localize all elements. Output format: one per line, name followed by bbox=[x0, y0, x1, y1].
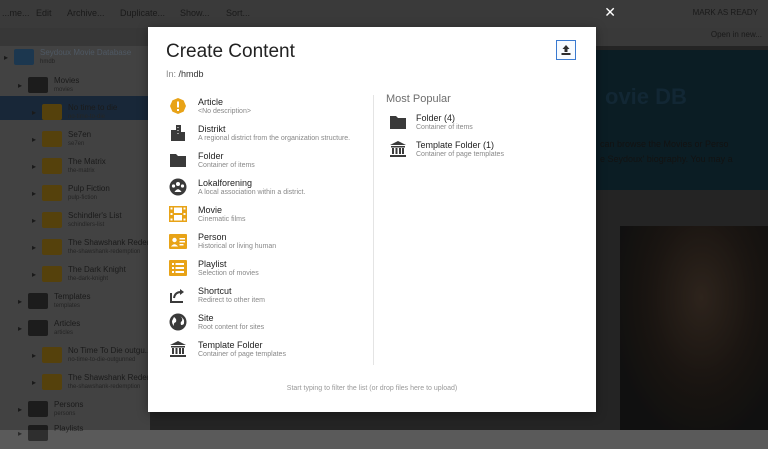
content-type-article[interactable]: Article <No description> bbox=[168, 97, 368, 124]
item-desc: Root content for sites bbox=[198, 324, 265, 331]
warning-icon bbox=[168, 97, 188, 115]
template-folder-icon bbox=[168, 340, 188, 358]
popular-folder[interactable]: Folder (4) Container of items bbox=[388, 113, 568, 140]
item-desc: Selection of movies bbox=[198, 270, 259, 277]
create-content-dialog: Create Content In: /hmdb Article <No des… bbox=[148, 27, 596, 412]
template-folder-icon bbox=[388, 140, 408, 158]
item-name: Folder (4) bbox=[416, 113, 456, 123]
column-divider bbox=[373, 95, 374, 365]
person-card-icon bbox=[168, 232, 188, 250]
popular-template-folder[interactable]: Template Folder (1) Container of page te… bbox=[388, 140, 568, 167]
location-path: In: /hmdb bbox=[166, 69, 204, 79]
filter-hint: Start typing to filter the list (or drop… bbox=[286, 385, 458, 392]
list-icon bbox=[168, 259, 188, 277]
shortcut-icon bbox=[168, 286, 188, 304]
content-type-movie[interactable]: Movie Cinematic films bbox=[168, 205, 368, 232]
item-name: Article bbox=[198, 97, 224, 107]
folder-icon bbox=[388, 113, 408, 131]
item-desc: Cinematic films bbox=[198, 216, 246, 223]
item-name: Folder bbox=[198, 151, 224, 161]
item-desc: A local association within a district. bbox=[198, 189, 306, 196]
expand-icon[interactable]: ▸ bbox=[18, 429, 22, 438]
item-name: Site bbox=[198, 313, 214, 323]
item-desc: Historical or living human bbox=[198, 243, 277, 250]
most-popular-heading: Most Popular bbox=[386, 93, 451, 105]
group-icon bbox=[168, 178, 188, 196]
item-desc: A regional district from the organizatio… bbox=[198, 135, 351, 142]
content-type-shortcut[interactable]: Shortcut Redirect to other item bbox=[168, 286, 368, 313]
city-icon bbox=[168, 124, 188, 142]
content-type-distrikt[interactable]: Distrikt A regional district from the or… bbox=[168, 124, 368, 151]
item-desc: Redirect to other item bbox=[198, 297, 265, 304]
location-prefix: In: bbox=[166, 69, 177, 79]
item-name: Lokalforening bbox=[198, 178, 253, 188]
film-icon bbox=[168, 205, 188, 223]
globe-icon bbox=[168, 313, 188, 331]
item-name: Template Folder bbox=[198, 340, 263, 350]
item-name: Movie bbox=[198, 205, 223, 215]
dialog-title: Create Content bbox=[166, 41, 295, 62]
folder-icon bbox=[168, 151, 188, 169]
item-desc: Container of items bbox=[416, 124, 473, 131]
item-name: Person bbox=[198, 232, 227, 242]
item-name: Distrikt bbox=[198, 124, 226, 134]
item-name: Shortcut bbox=[198, 286, 232, 296]
upload-icon bbox=[561, 45, 571, 55]
close-icon[interactable]: ✕ bbox=[604, 4, 616, 21]
location-value: /hmdb bbox=[178, 69, 204, 79]
item-name: Playlist bbox=[198, 259, 227, 269]
content-type-folder[interactable]: Folder Container of items bbox=[168, 151, 368, 178]
item-desc: Container of page templates bbox=[416, 151, 504, 158]
item-desc: Container of items bbox=[198, 162, 255, 169]
item-desc: <No description> bbox=[198, 108, 251, 115]
item-name: Template Folder (1) bbox=[416, 140, 495, 150]
item-desc: Container of page templates bbox=[198, 351, 286, 358]
content-type-person[interactable]: Person Historical or living human bbox=[168, 232, 368, 259]
content-type-site[interactable]: Site Root content for sites bbox=[168, 313, 368, 340]
upload-button[interactable] bbox=[556, 40, 576, 60]
content-type-playlist[interactable]: Playlist Selection of movies bbox=[168, 259, 368, 286]
content-type-template-folder[interactable]: Template Folder Container of page templa… bbox=[168, 340, 368, 367]
content-type-lokalforening[interactable]: Lokalforening A local association within… bbox=[168, 178, 368, 205]
